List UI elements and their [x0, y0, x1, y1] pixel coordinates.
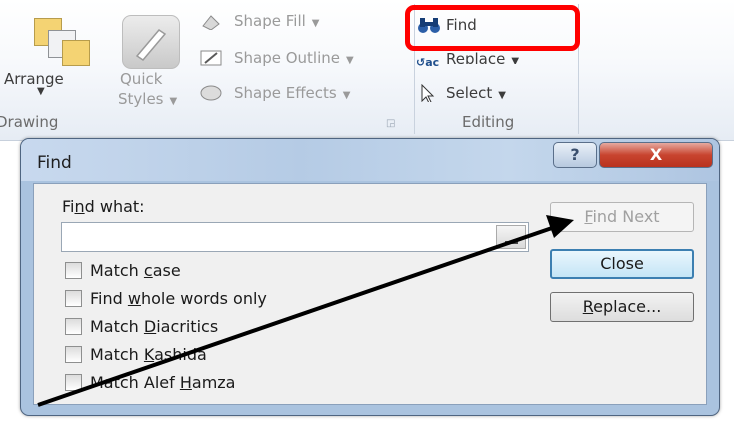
arrange-icon	[34, 18, 94, 66]
checkbox-box[interactable]	[65, 318, 82, 335]
dialog-body: Find what: Match case Find whole words o…	[33, 183, 707, 405]
shape-outline-icon	[200, 50, 222, 66]
group-label-editing: Editing	[462, 113, 515, 131]
replace-dialog-button[interactable]: Replace...	[550, 292, 694, 322]
checkbox-box[interactable]	[65, 374, 82, 391]
shape-fill-button[interactable]: Shape Fill ▼	[234, 12, 319, 30]
find-highlight-box	[405, 5, 580, 51]
checkbox-box[interactable]	[65, 262, 82, 279]
ribbon: Arrange ▼ Quick Styles ▼ Shape Fill ▼ Shap…	[0, 0, 734, 141]
checkbox-box[interactable]	[65, 290, 82, 307]
quick-styles-label-line1[interactable]: Quick	[120, 70, 162, 88]
close-button[interactable]: Close	[550, 249, 694, 279]
dialog-title: Find	[37, 153, 72, 173]
shape-outline-button[interactable]: Shape Outline ▼	[234, 49, 354, 67]
arrange-dropdown-icon[interactable]: ▼	[37, 86, 45, 97]
quick-styles-icon[interactable]	[122, 15, 180, 69]
find-dialog: Find ? X Find what: Match case Find whol…	[20, 138, 720, 416]
find-next-button[interactable]: Find Next	[550, 202, 694, 232]
find-history-dropdown[interactable]	[496, 225, 526, 249]
help-button[interactable]: ?	[553, 142, 597, 168]
arrange-button[interactable]: Arrange	[4, 70, 64, 88]
group-label-drawing: Drawing	[0, 113, 59, 131]
close-icon[interactable]: X	[599, 142, 713, 168]
shape-effects-button[interactable]: Shape Effects ▼	[234, 84, 350, 102]
dialog-launcher-icon[interactable]: ◲	[386, 118, 395, 129]
quick-styles-button[interactable]: Styles ▼	[118, 90, 177, 108]
find-what-label: Find what:	[62, 197, 145, 216]
checkbox-box[interactable]	[65, 346, 82, 363]
shape-effects-icon	[200, 85, 222, 101]
shape-fill-icon	[202, 15, 220, 30]
replace-button[interactable]: Replace ▼	[446, 50, 519, 64]
replace-icon: ↺ac	[416, 56, 440, 69]
cursor-icon	[421, 84, 435, 102]
dialog-titlebar[interactable]: Find ? X	[21, 139, 719, 181]
find-what-input[interactable]	[61, 222, 529, 252]
select-button[interactable]: Select ▼	[446, 84, 506, 102]
